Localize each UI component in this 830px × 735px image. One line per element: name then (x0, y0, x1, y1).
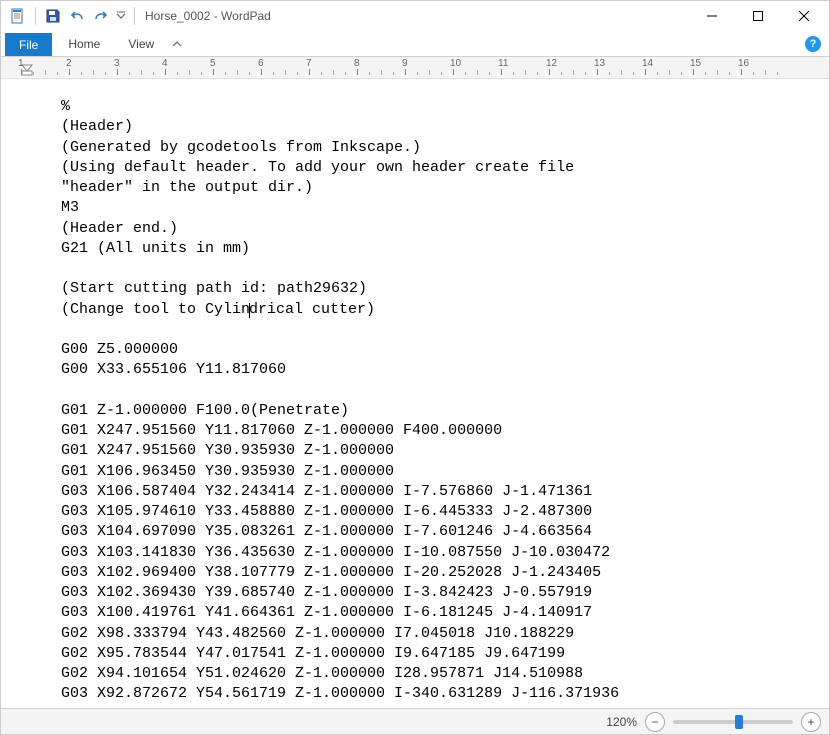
chevron-up-icon[interactable] (168, 31, 186, 56)
editor-area: % (Header) (Generated by gcodetools from… (1, 79, 829, 708)
close-icon[interactable] (781, 1, 827, 31)
save-icon[interactable] (42, 5, 64, 27)
document-body[interactable]: % (Header) (Generated by gcodetools from… (1, 79, 829, 708)
wordpad-icon[interactable] (7, 5, 29, 27)
undo-icon[interactable] (66, 5, 88, 27)
chevron-down-icon[interactable] (114, 5, 128, 27)
zoom-label: 120% (606, 715, 637, 729)
quick-access-toolbar (3, 5, 139, 27)
status-bar: 120% − + (1, 708, 829, 734)
separator (35, 7, 36, 25)
title-bar: Horse_0002 - WordPad (1, 1, 829, 31)
minus-icon[interactable]: − (645, 712, 665, 732)
tab-home[interactable]: Home (54, 31, 114, 56)
minimize-icon[interactable] (689, 1, 735, 31)
window-controls (689, 1, 827, 31)
plus-icon[interactable]: + (801, 712, 821, 732)
zoom-slider[interactable] (673, 720, 793, 724)
zoom-thumb[interactable] (735, 715, 743, 729)
maximize-icon[interactable] (735, 1, 781, 31)
ruler[interactable]: 12345678910111213141516 (1, 57, 829, 79)
help-icon[interactable]: ? (805, 31, 821, 56)
tab-file[interactable]: File (5, 33, 52, 56)
tab-view[interactable]: View (114, 31, 168, 56)
ribbon-tabs: File Home View ? (1, 31, 829, 57)
window-title: Horse_0002 - WordPad (145, 9, 271, 23)
redo-icon[interactable] (90, 5, 112, 27)
separator (134, 7, 135, 25)
